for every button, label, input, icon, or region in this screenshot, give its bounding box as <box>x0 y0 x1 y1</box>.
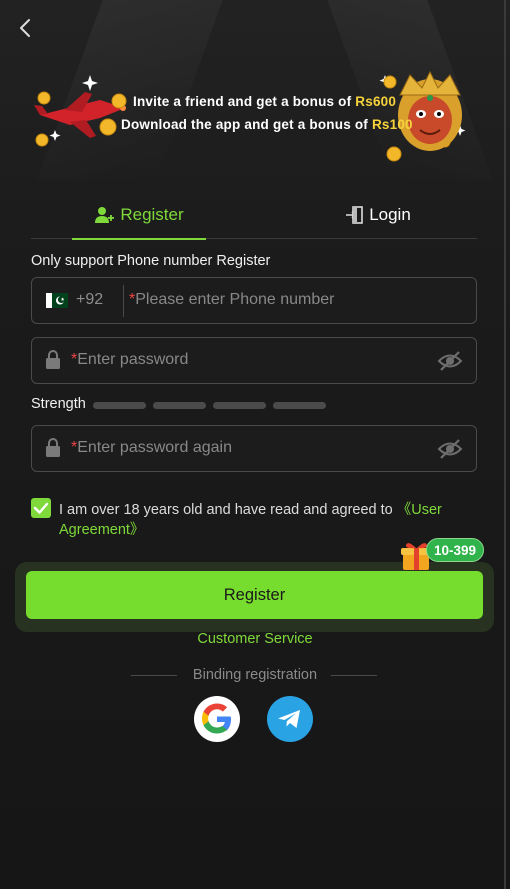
lock-icon <box>46 350 60 369</box>
country-code[interactable]: +92 <box>76 291 103 309</box>
pakistan-flag-icon[interactable] <box>46 293 68 308</box>
agreement-label: I am over 18 years old and have read and… <box>59 502 393 518</box>
google-icon <box>202 703 231 734</box>
lock-icon <box>46 438 60 457</box>
register-page: Invite a friend and get a bonus of Rs600… <box>0 0 510 889</box>
binding-registration-label: Binding registration <box>192 667 318 683</box>
tab-register-label: Register <box>120 204 184 224</box>
checkmark-icon <box>33 502 49 514</box>
promo-download-amount: Rs100 <box>371 117 413 132</box>
promo-invite-label: Invite a friend and get a bonus of <box>133 94 352 109</box>
phone-input[interactable]: *Please enter Phone number <box>129 291 334 309</box>
strength-label: Strength <box>31 396 86 412</box>
register-button[interactable]: Register <box>26 571 483 619</box>
agreement-checkbox[interactable] <box>31 498 51 518</box>
phone-placeholder: Please enter Phone number <box>135 291 335 308</box>
promo-download-label: Download the app and get a bonus of <box>121 117 368 132</box>
divider-line <box>331 675 377 676</box>
strength-bar-segment <box>93 402 146 409</box>
promo-invite-amount: Rs600 <box>355 94 397 109</box>
customer-service-link[interactable]: Customer Service <box>0 631 510 647</box>
google-login-button[interactable] <box>194 696 240 742</box>
agreement-text: I am over 18 years old and have read and… <box>59 500 469 540</box>
tab-login[interactable]: Login <box>311 190 445 239</box>
phone-support-label: Only support Phone number Register <box>31 253 271 269</box>
tab-register[interactable]: Register <box>72 190 206 240</box>
add-user-icon <box>95 206 115 223</box>
telegram-icon <box>278 710 300 728</box>
login-door-icon <box>346 205 363 224</box>
password-placeholder: Enter password <box>77 351 189 368</box>
password-field[interactable]: *Enter password <box>31 337 477 384</box>
strength-bar-segment <box>213 402 266 409</box>
back-arrow-icon[interactable] <box>14 16 38 40</box>
phone-field[interactable]: +92 *Please enter Phone number <box>31 277 477 324</box>
strength-bar-segment <box>153 402 206 409</box>
confirm-password-field[interactable]: *Enter password again <box>31 425 477 472</box>
password-input[interactable]: *Enter password <box>71 351 188 369</box>
divider <box>123 285 124 317</box>
promo-download-text: Download the app and get a bonus of Rs10… <box>121 117 413 132</box>
confirm-password-placeholder: Enter password again <box>77 439 232 456</box>
eye-off-icon[interactable] <box>437 350 463 372</box>
strength-bar-segment <box>273 402 326 409</box>
confirm-password-input[interactable]: *Enter password again <box>71 439 232 457</box>
auth-tabs: Register Login <box>31 190 477 240</box>
mask-character-icon <box>398 70 462 151</box>
promo-invite-text: Invite a friend and get a bonus of Rs600 <box>133 94 396 109</box>
promo-banner[interactable]: Invite a friend and get a bonus of Rs600… <box>30 70 480 170</box>
bonus-range-badge: 10-399 <box>426 538 485 562</box>
eye-off-icon[interactable] <box>437 438 463 460</box>
telegram-login-button[interactable] <box>267 696 313 742</box>
tab-login-label: Login <box>369 204 411 224</box>
